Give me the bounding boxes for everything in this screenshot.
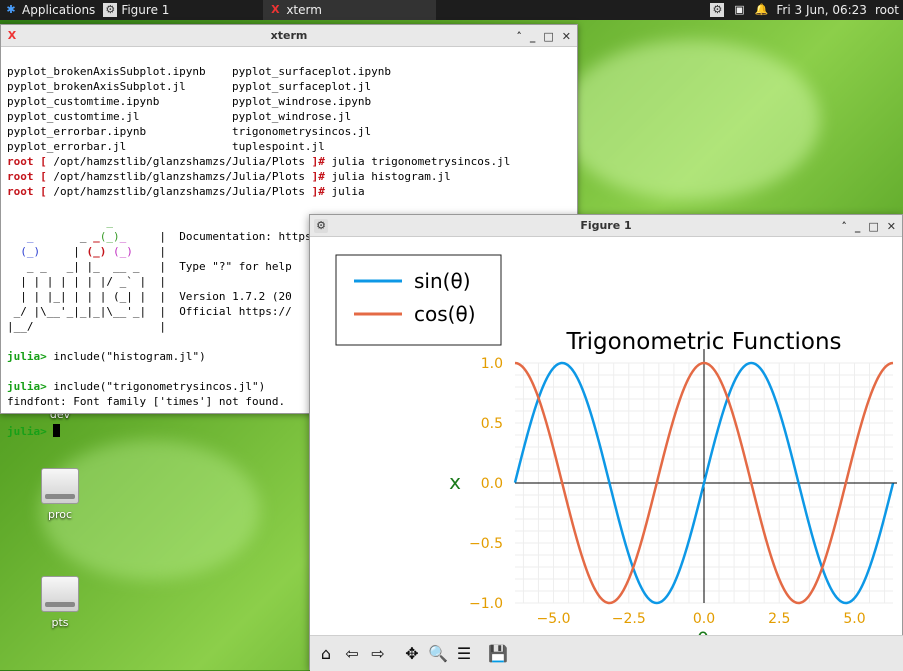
- listing-row: pyplot_customtime.jl pyplot_windrose.jl: [7, 110, 352, 123]
- bell-icon[interactable]: 🔔: [754, 3, 769, 17]
- window-title: Figure 1: [580, 219, 632, 232]
- desktop-icon-label: proc: [47, 508, 73, 521]
- battery-icon[interactable]: ▣: [732, 3, 746, 17]
- clock[interactable]: Fri 3 Jun, 06:23: [776, 3, 867, 17]
- xterm-app-icon: X: [271, 3, 280, 16]
- x-tick-label: 2.5: [768, 611, 790, 627]
- x-tick-label: −2.5: [612, 611, 646, 627]
- minimize-icon[interactable]: _: [530, 30, 536, 43]
- desktop-icon-proc[interactable]: proc: [30, 468, 90, 521]
- y-axis-label: x: [449, 470, 461, 494]
- y-tick-label: 0.5: [481, 416, 503, 432]
- trig-chart[interactable]: −5.0 −2.5 0.0 2.5 5.0 −1.0 −0.5 0.0 0.5 1.0 Trigon…: [310, 237, 903, 635]
- taskbar: ✱ Applications ⚙ Figure 1 X xterm ⚙ ▣ 🔔 …: [0, 0, 903, 20]
- y-tick-label: −0.5: [469, 536, 503, 552]
- xterm-titlebar[interactable]: X xterm ˄ _ □ ✕: [1, 25, 577, 47]
- task-xterm[interactable]: X xterm: [264, 0, 437, 20]
- y-tick-label: 0.0: [481, 476, 503, 492]
- y-tick-label: 1.0: [481, 356, 503, 372]
- configure-icon[interactable]: ☰: [452, 642, 476, 666]
- drive-icon: [41, 468, 79, 504]
- listing: pyplot_brokenAxisSubplot.ipynb pyplot_sur…: [7, 64, 571, 154]
- drive-icon: [41, 576, 79, 612]
- applications-icon: ✱: [6, 3, 16, 16]
- legend-label-sin: sin(θ): [414, 269, 471, 293]
- legend-label-cos: cos(θ): [414, 302, 476, 326]
- applications-menu[interactable]: ✱ Applications: [0, 0, 99, 20]
- collapse-icon[interactable]: ˄: [516, 30, 522, 43]
- close-icon[interactable]: ✕: [562, 30, 571, 43]
- shell-prompt: root [ /opt/hamzstlib/glanzshamzs/Julia/…: [7, 170, 451, 183]
- figure-tray-icon[interactable]: ⚙: [710, 3, 725, 17]
- x-tick-label: 0.0: [693, 611, 715, 627]
- shell-prompt: root [ /opt/hamzstlib/glanzshamzs/Julia/…: [7, 155, 511, 168]
- close-icon[interactable]: ✕: [887, 220, 896, 233]
- pan-icon[interactable]: ✥: [400, 642, 424, 666]
- listing-row: pyplot_brokenAxisSubplot.ipynb pyplot_sur…: [7, 65, 391, 78]
- forward-icon[interactable]: ⇨: [366, 642, 390, 666]
- task-figure1[interactable]: ⚙ Figure 1: [99, 0, 265, 20]
- y-tick-label: −1.0: [469, 596, 503, 612]
- listing-row: pyplot_errorbar.jl tuplespoint.jl: [7, 140, 325, 153]
- maximize-icon[interactable]: □: [543, 30, 553, 43]
- x-axis-label: θ: [697, 628, 709, 635]
- desktop-icon-pts[interactable]: pts: [30, 576, 90, 629]
- chart-title: Trigonometric Functions: [565, 329, 841, 355]
- user-name[interactable]: root: [875, 3, 899, 17]
- text-cursor: [53, 424, 61, 437]
- figure-app-icon: ⚙: [103, 3, 118, 17]
- listing-row: pyplot_errorbar.ipynb trigonometrysincos.…: [7, 125, 372, 138]
- window-title: xterm: [270, 29, 308, 42]
- shell-prompt: root [ /opt/hamzstlib/glanzshamzs/Julia/…: [7, 185, 365, 198]
- minimize-icon[interactable]: _: [855, 220, 861, 233]
- maximize-icon[interactable]: □: [868, 220, 878, 233]
- figure-window[interactable]: ⚙ Figure 1 ˄ _ □ ✕ −5.0 −2.5 0.0 2.5 5.0 −1.0…: [309, 214, 903, 671]
- save-icon[interactable]: 💾: [486, 642, 510, 666]
- x-tick-label: −5.0: [537, 611, 571, 627]
- home-icon[interactable]: ⌂: [314, 642, 338, 666]
- x-tick-label: 5.0: [843, 611, 865, 627]
- listing-row: pyplot_customtime.ipynb pyplot_windrose.i…: [7, 95, 372, 108]
- listing-row: pyplot_brokenAxisSubplot.jl pyplot_surfac…: [7, 80, 372, 93]
- figure-toolbar: ⌂ ⇦ ⇨ ✥ 🔍 ☰ 💾: [310, 635, 903, 671]
- desktop-icon-label: pts: [51, 616, 69, 629]
- collapse-icon[interactable]: ˄: [841, 220, 847, 233]
- figure-titlebar[interactable]: ⚙ Figure 1 ˄ _ □ ✕: [310, 215, 902, 237]
- zoom-icon[interactable]: 🔍: [426, 642, 450, 666]
- back-icon[interactable]: ⇦: [340, 642, 364, 666]
